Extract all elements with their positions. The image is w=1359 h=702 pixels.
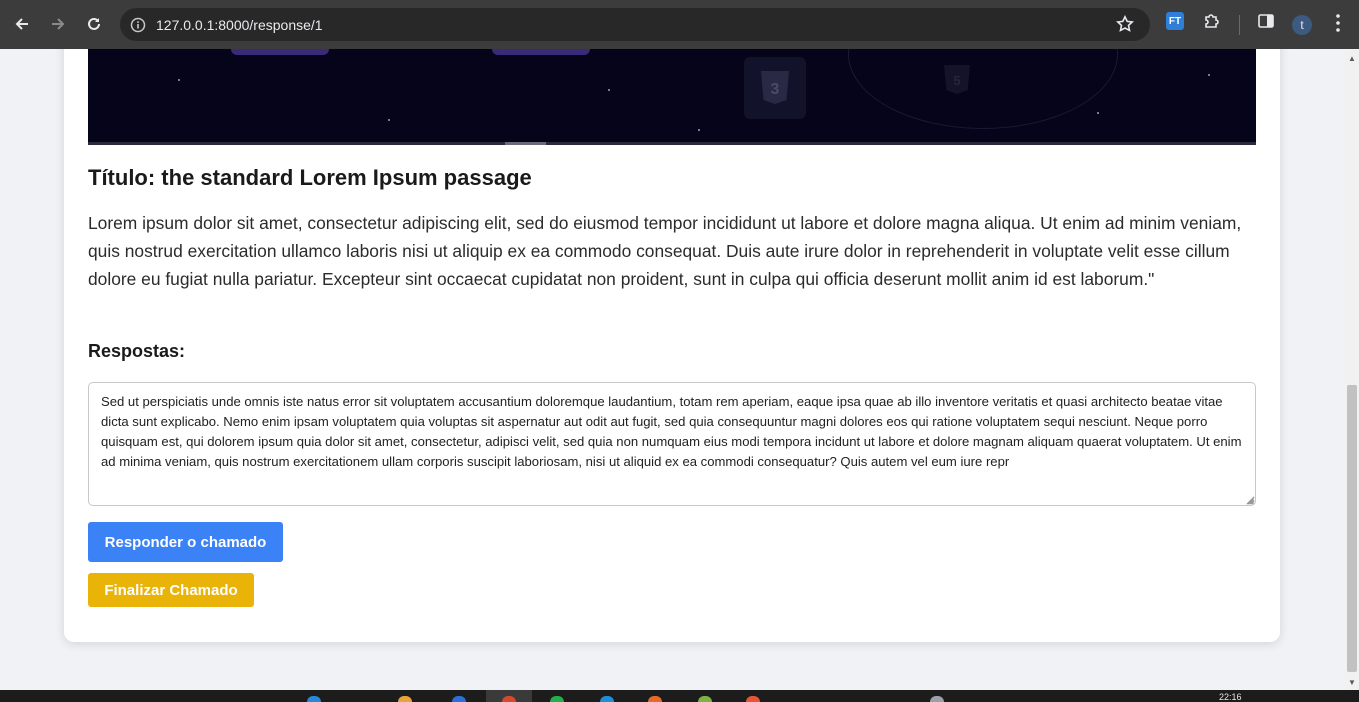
side-panel-icon[interactable] (1257, 12, 1275, 35)
banner-pill (231, 49, 329, 55)
taskbar-app-icon[interactable] (746, 696, 760, 702)
page-viewport: 3 5 Título: the standard Lorem Ipsum pas… (0, 49, 1345, 690)
taskbar-app-icon[interactable] (398, 696, 412, 702)
banner-star (608, 89, 610, 91)
taskbar-app-icon[interactable] (307, 696, 321, 702)
banner-bottom-tab (505, 142, 546, 145)
scroll-up-icon[interactable]: ▲ (1348, 54, 1356, 63)
banner-star (178, 79, 180, 81)
banner-star (1097, 112, 1099, 114)
taskbar-app-icon[interactable] (698, 696, 712, 702)
reload-icon[interactable] (76, 6, 112, 42)
puzzle-icon[interactable] (1203, 12, 1221, 35)
banner-ring (848, 49, 1118, 129)
ticket-card: 3 5 Título: the standard Lorem Ipsum pas… (64, 49, 1280, 642)
resize-grip-icon[interactable]: ◢ (1246, 495, 1254, 506)
back-icon[interactable] (4, 6, 40, 42)
page-scrollbar[interactable]: ▲ ▼ (1345, 49, 1359, 690)
toolbar-divider (1239, 15, 1240, 35)
taskbar-app-icon[interactable] (452, 696, 466, 702)
info-icon[interactable] (120, 17, 156, 33)
taskbar-app-icon[interactable] (550, 696, 564, 702)
star-icon[interactable] (1115, 14, 1135, 38)
banner-pill (492, 49, 590, 55)
css3-logo-icon: 3 (744, 57, 806, 119)
forward-icon[interactable] (40, 6, 76, 42)
ticket-description: Lorem ipsum dolor sit amet, consectetur … (88, 213, 1242, 289)
profile-avatar[interactable]: t (1292, 15, 1312, 35)
scroll-down-icon[interactable]: ▼ (1348, 678, 1356, 687)
banner-star (388, 119, 390, 121)
svg-text:3: 3 (771, 81, 780, 98)
ticket-image: 3 5 (88, 49, 1256, 145)
finish-ticket-button[interactable]: Finalizar Chamado (88, 573, 254, 607)
browser-toolbar: 127.0.0.1:8000/response/1 FT t (0, 0, 1359, 49)
os-taskbar: 22:16 (0, 690, 1359, 702)
taskbar-clock[interactable]: 22:16 (1219, 692, 1242, 702)
html5-logo-icon: 5 (934, 57, 980, 103)
taskbar-app-icon[interactable] (600, 696, 614, 702)
ticket-title: Título: the standard Lorem Ipsum passage (88, 165, 532, 190)
svg-text:5: 5 (953, 73, 960, 88)
banner-star (698, 129, 700, 131)
responses-heading: Respostas: (88, 341, 186, 361)
taskbar-tray-icon[interactable] (930, 696, 944, 702)
banner-bottom-bar (88, 142, 1256, 145)
url-text[interactable]: 127.0.0.1:8000/response/1 (156, 17, 323, 33)
response-textarea[interactable]: Sed ut perspiciatis unde omnis iste natu… (88, 382, 1256, 506)
address-bar[interactable]: 127.0.0.1:8000/response/1 (120, 8, 1150, 41)
taskbar-app-icon[interactable] (648, 696, 662, 702)
reply-button[interactable]: Responder o chamado (88, 522, 283, 562)
scrollbar-thumb[interactable] (1347, 385, 1357, 672)
taskbar-app-icon[interactable] (502, 696, 516, 702)
kebab-icon[interactable] (1330, 12, 1346, 39)
banner-star (1208, 74, 1210, 76)
extension-ft-icon[interactable]: FT (1166, 12, 1184, 30)
